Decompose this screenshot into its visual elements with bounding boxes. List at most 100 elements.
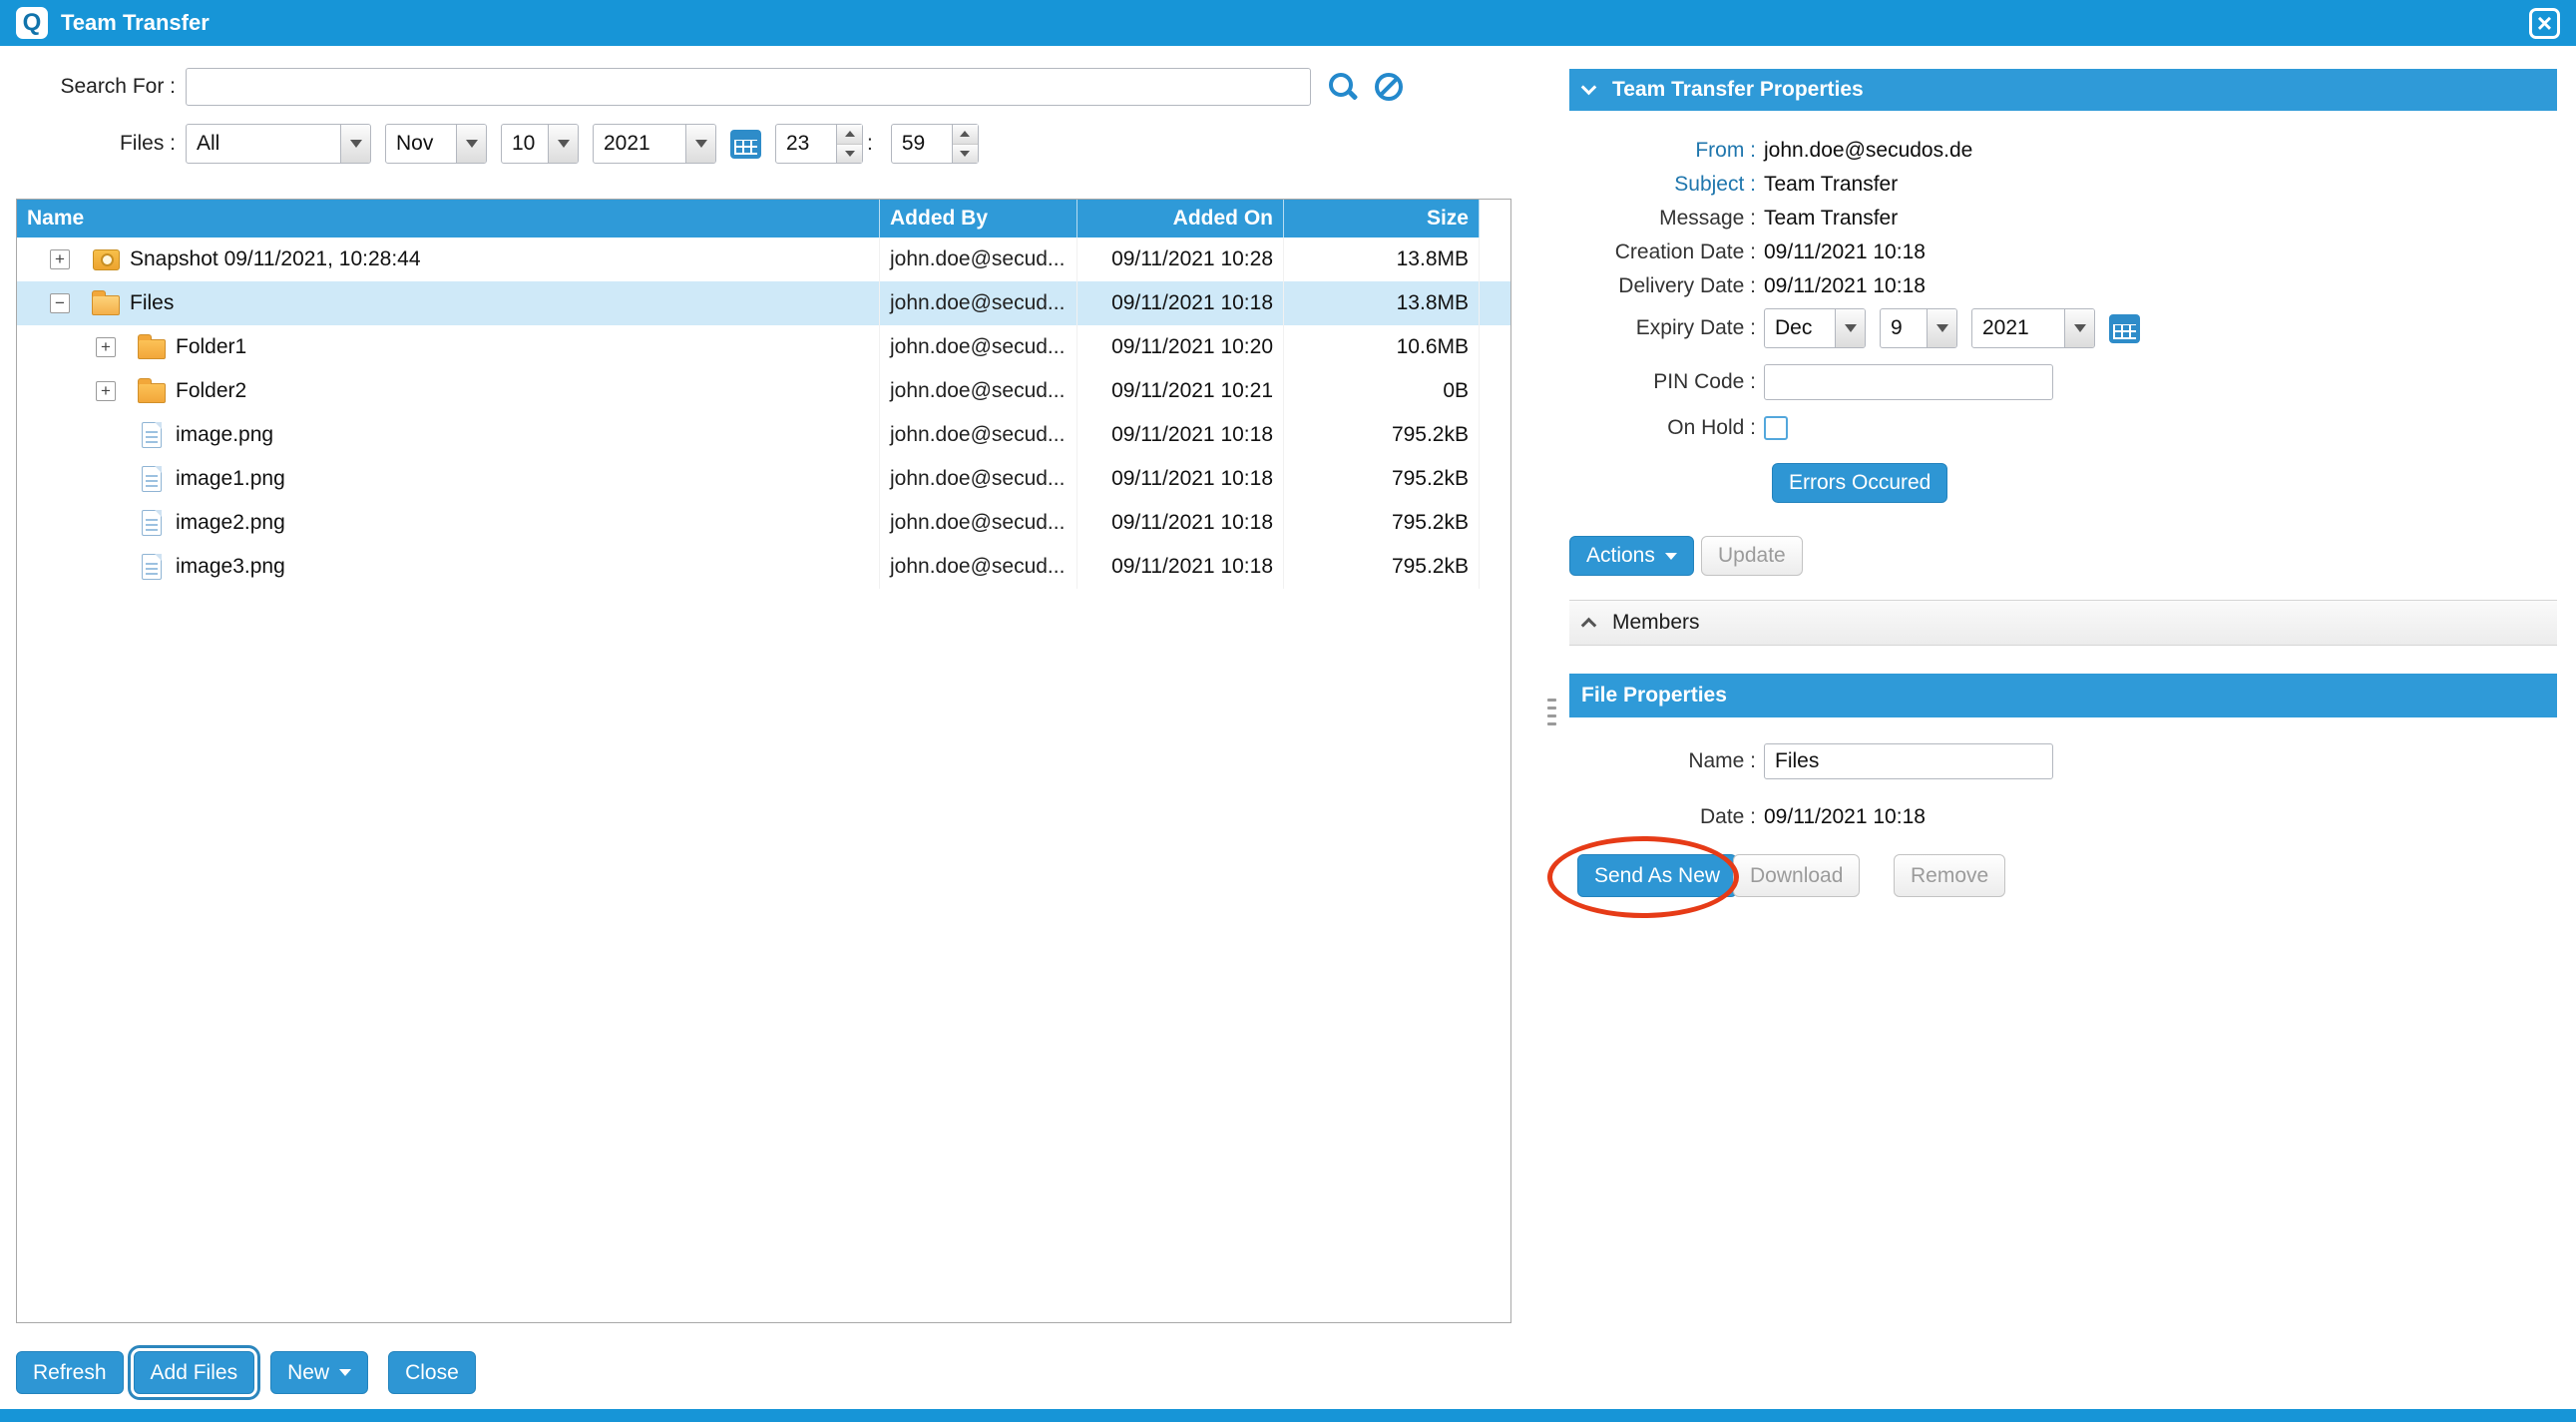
search-label: Search For : [0, 75, 186, 99]
new-button[interactable]: New [270, 1351, 368, 1394]
added-on-cell: 09/11/2021 10:20 [1077, 325, 1284, 369]
column-header-size[interactable]: Size [1284, 200, 1480, 237]
table-row[interactable]: image1.png john.doe@secud... 09/11/2021 … [17, 457, 1510, 501]
added-by-cell: john.doe@secud... [880, 413, 1077, 457]
refresh-button[interactable]: Refresh [16, 1351, 124, 1394]
size-cell: 0B [1284, 369, 1480, 413]
day-select[interactable]: 10 [501, 124, 579, 164]
size-cell: 795.2kB [1284, 413, 1480, 457]
spinner-down-icon[interactable] [953, 144, 978, 164]
added-by-cell: john.doe@secud... [880, 369, 1077, 413]
size-cell: 795.2kB [1284, 501, 1480, 545]
file-date-value: 09/11/2021 10:18 [1764, 805, 1926, 829]
added-by-cell: john.doe@secud... [880, 237, 1077, 281]
window-title: Team Transfer [61, 10, 210, 36]
window-close-button[interactable]: × [2529, 8, 2560, 39]
month-select[interactable]: Nov [385, 124, 487, 164]
table-row[interactable]: image.png john.doe@secud... 09/11/2021 1… [17, 413, 1510, 457]
chevron-down-icon [548, 125, 578, 163]
message-label: Message : [1569, 207, 1764, 231]
search-icon[interactable] [1327, 71, 1359, 103]
members-section-header[interactable]: Members [1569, 600, 2557, 646]
expander-icon[interactable]: + [50, 249, 70, 269]
column-header-name[interactable]: Name [17, 200, 880, 237]
filter-row: Files : All Nov 10 2021 23 : 59 [0, 124, 979, 164]
table-row[interactable]: + Snapshot 09/11/2021, 10:28:44 john.doe… [17, 237, 1510, 281]
expiry-date-row: Expiry Date : Dec 9 2021 [1569, 308, 2557, 348]
calendar-icon[interactable] [730, 130, 761, 159]
files-filter-select[interactable]: All [186, 124, 371, 164]
file-name: image3.png [176, 555, 285, 579]
chevron-down-icon [1927, 309, 1956, 347]
column-header-added-on[interactable]: Added On [1077, 200, 1284, 237]
folder-open-icon [92, 295, 120, 315]
expander-icon[interactable]: + [96, 381, 116, 401]
table-row[interactable]: image2.png john.doe@secud... 09/11/2021 … [17, 501, 1510, 545]
delivery-date-label: Delivery Date : [1569, 274, 1764, 298]
column-header-added-by[interactable]: Added By [880, 200, 1077, 237]
close-button[interactable]: Close [388, 1351, 476, 1394]
expiry-day-select[interactable]: 9 [1880, 308, 1957, 348]
expander-icon[interactable]: − [50, 293, 70, 313]
from-value: john.doe@secudos.de [1764, 139, 1972, 163]
file-name-label: Name : [1569, 749, 1764, 773]
properties-fields: From : john.doe@secudos.de Subject : Tea… [1569, 134, 2557, 303]
folder-icon [138, 339, 166, 359]
errors-occured-button[interactable]: Errors Occured [1772, 463, 1947, 503]
update-button[interactable]: Update [1701, 536, 1803, 576]
files-filter-value: All [187, 125, 340, 163]
file-name-row: Name : [1569, 742, 2557, 780]
minute-spinner[interactable]: 59 [891, 124, 979, 164]
added-on-cell: 09/11/2021 10:18 [1077, 281, 1284, 325]
chevron-down-icon [1835, 309, 1865, 347]
creation-date-label: Creation Date : [1569, 240, 1764, 264]
file-name: Snapshot 09/11/2021, 10:28:44 [130, 247, 421, 271]
chevron-up-icon [1581, 618, 1597, 634]
size-cell: 13.8MB [1284, 281, 1480, 325]
calendar-icon[interactable] [2109, 314, 2140, 343]
table-row[interactable]: + Folder2 john.doe@secud... 09/11/2021 1… [17, 369, 1510, 413]
table-row-selected[interactable]: − Files john.doe@secud... 09/11/2021 10:… [17, 281, 1510, 325]
spinner-up-icon[interactable] [953, 125, 978, 144]
file-name-input[interactable] [1764, 743, 2053, 779]
year-select[interactable]: 2021 [593, 124, 716, 164]
expiry-year-value: 2021 [1972, 309, 2064, 347]
file-name: Folder1 [176, 335, 246, 359]
download-button[interactable]: Download [1733, 854, 1860, 897]
pane-splitter-handle[interactable] [1547, 699, 1556, 725]
window-bottom-border [0, 1409, 2576, 1422]
properties-header-label: Team Transfer Properties [1612, 78, 1864, 102]
remove-button[interactable]: Remove [1894, 854, 2005, 897]
chevron-down-icon [1665, 553, 1677, 560]
file-date-label: Date : [1569, 805, 1764, 829]
pin-code-input[interactable] [1764, 364, 2053, 400]
expander-icon[interactable]: + [96, 337, 116, 357]
add-files-button[interactable]: Add Files [134, 1351, 255, 1394]
table-header-gutter [1480, 200, 1510, 237]
table-header: Name Added By Added On Size [17, 200, 1510, 237]
file-browser-pane: Search For : Files : All Nov 10 2021 23 [0, 46, 1544, 1409]
subject-label: Subject : [1569, 173, 1764, 197]
actions-button[interactable]: Actions [1569, 536, 1694, 576]
spinner-down-icon[interactable] [837, 144, 862, 164]
expiry-month-select[interactable]: Dec [1764, 308, 1866, 348]
search-input[interactable] [186, 68, 1311, 106]
clear-search-icon[interactable] [1375, 73, 1403, 101]
expiry-year-select[interactable]: 2021 [1971, 308, 2095, 348]
spinner-up-icon[interactable] [837, 125, 862, 144]
on-hold-checkbox[interactable] [1764, 416, 1788, 440]
month-value: Nov [386, 125, 456, 163]
added-by-cell: john.doe@secud... [880, 281, 1077, 325]
added-by-cell: john.doe@secud... [880, 545, 1077, 589]
chevron-down-icon [2064, 309, 2094, 347]
message-value: Team Transfer [1764, 207, 1898, 231]
table-row[interactable]: image3.png john.doe@secud... 09/11/2021 … [17, 545, 1510, 589]
hour-value: 23 [776, 125, 836, 163]
table-row[interactable]: + Folder1 john.doe@secud... 09/11/2021 1… [17, 325, 1510, 369]
hour-spinner[interactable]: 23 [775, 124, 863, 164]
file-icon [142, 510, 162, 536]
delivery-date-value: 09/11/2021 10:18 [1764, 274, 1926, 298]
team-transfer-properties-header[interactable]: Team Transfer Properties [1569, 69, 2557, 111]
send-as-new-button[interactable]: Send As New [1577, 854, 1737, 897]
members-label: Members [1612, 611, 1700, 635]
